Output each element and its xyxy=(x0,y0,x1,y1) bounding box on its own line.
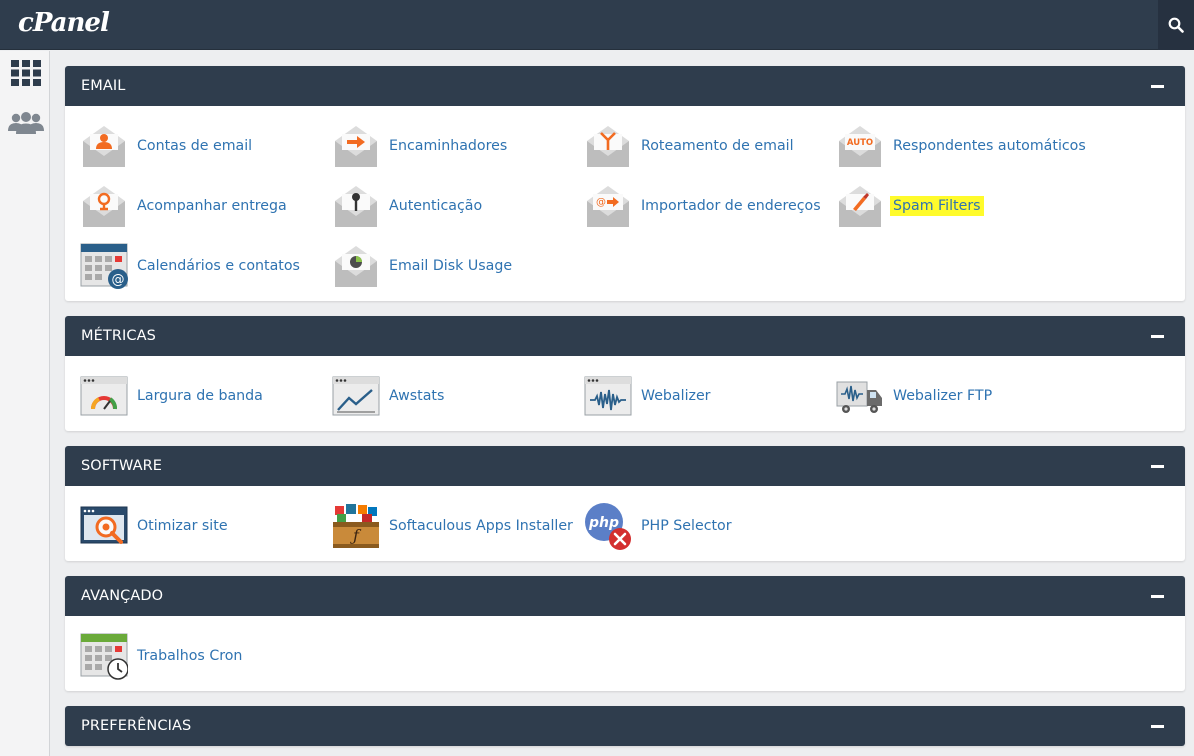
section-email: EMAIL Contas de email Encaminhadores Rot… xyxy=(65,66,1185,301)
email-disk-usage-icon xyxy=(335,246,377,287)
section-software: SOFTWARE Otimizar site ƒ Softaculous App… xyxy=(65,446,1185,561)
grid-icon xyxy=(11,60,41,86)
awstats-icon xyxy=(332,376,380,416)
collapse-icon[interactable] xyxy=(1151,724,1164,728)
webalizer-icon xyxy=(584,376,632,416)
side-nav xyxy=(0,51,50,756)
tool-label: Spam Filters xyxy=(890,196,984,216)
tool-authentication[interactable]: Autenticação xyxy=(332,176,584,236)
tool-label: PHP Selector xyxy=(641,518,732,534)
php-selector-icon: php xyxy=(585,503,631,550)
tool-label: Roteamento de email xyxy=(641,138,794,154)
collapse-icon[interactable] xyxy=(1151,84,1164,88)
tool-track-delivery[interactable]: Acompanhar entrega xyxy=(80,176,332,236)
calendars-contacts-icon: @ xyxy=(80,243,128,289)
tool-awstats[interactable]: Awstats xyxy=(332,366,584,426)
tool-email-routing[interactable]: Roteamento de email xyxy=(584,116,836,176)
tool-label: Encaminhadores xyxy=(389,138,508,154)
top-bar: cPanel xyxy=(0,0,1194,50)
tool-optimize-website[interactable]: Otimizar site xyxy=(80,496,332,556)
autoresponders-icon: AUTO xyxy=(839,126,881,167)
main-content: EMAIL Contas de email Encaminhadores Rot… xyxy=(65,66,1185,756)
search-icon xyxy=(1168,17,1184,33)
tool-cron-jobs[interactable]: Trabalhos Cron xyxy=(80,626,332,686)
tool-label: Contas de email xyxy=(137,138,253,154)
section-title: EMAIL xyxy=(81,78,126,94)
collapse-icon[interactable] xyxy=(1151,334,1164,338)
email-accounts-icon xyxy=(83,126,125,167)
svg-text:@: @ xyxy=(112,273,125,288)
softaculous-icon: ƒ xyxy=(333,504,379,548)
tool-label: Awstats xyxy=(389,388,445,404)
optimize-website-icon xyxy=(80,506,128,544)
tool-label: Softaculous Apps Installer xyxy=(389,518,573,534)
spam-filters-icon xyxy=(839,186,881,227)
address-importer-icon: @ xyxy=(587,186,629,227)
section-title: SOFTWARE xyxy=(81,458,163,474)
tool-spam-filters[interactable]: Spam Filters xyxy=(836,176,1088,236)
users-icon xyxy=(8,112,44,134)
section-header[interactable]: EMAIL xyxy=(65,66,1185,106)
section-header[interactable]: AVANÇADO xyxy=(65,576,1185,616)
forwarders-icon xyxy=(335,126,377,167)
tool-label: Autenticação xyxy=(389,198,483,214)
section-preferences: PREFERÊNCIAS xyxy=(65,706,1185,746)
section-advanced: AVANÇADO Trabalhos Cron xyxy=(65,576,1185,691)
tool-label: Acompanhar entrega xyxy=(137,198,287,214)
nav-item-users[interactable] xyxy=(8,107,44,139)
tool-autoresponders[interactable]: AUTO Respondentes automáticos xyxy=(836,116,1088,176)
collapse-icon[interactable] xyxy=(1151,464,1164,468)
section-header[interactable]: MÉTRICAS xyxy=(65,316,1185,356)
tool-label: Email Disk Usage xyxy=(389,258,513,274)
cpanel-logo[interactable]: cPanel xyxy=(18,8,110,38)
tool-softaculous[interactable]: ƒ Softaculous Apps Installer xyxy=(332,496,584,556)
tool-calendars-contacts[interactable]: @ Calendários e contatos xyxy=(80,236,332,296)
section-title: AVANÇADO xyxy=(81,588,164,604)
section-metrics: MÉTRICAS Largura de banda Awstats Webali… xyxy=(65,316,1185,431)
svg-text:AUTO: AUTO xyxy=(847,138,873,148)
tool-address-importer[interactable]: @ Importador de endereços xyxy=(584,176,836,236)
nav-item-tools[interactable] xyxy=(8,57,44,89)
track-delivery-icon xyxy=(83,186,125,227)
section-title: PREFERÊNCIAS xyxy=(81,718,192,734)
tool-bandwidth[interactable]: Largura de banda xyxy=(80,366,332,426)
tool-label: Largura de banda xyxy=(137,388,263,404)
tool-label: Respondentes automáticos xyxy=(893,138,1086,154)
section-header[interactable]: SOFTWARE xyxy=(65,446,1185,486)
cron-jobs-icon xyxy=(80,633,128,680)
tool-php-selector[interactable]: php PHP Selector xyxy=(584,496,836,556)
tool-email-accounts[interactable]: Contas de email xyxy=(80,116,332,176)
tool-label: Importador de endereços xyxy=(641,198,821,214)
svg-text:@: @ xyxy=(596,197,606,208)
tool-label: Calendários e contatos xyxy=(137,258,300,274)
tool-webalizer[interactable]: Webalizer xyxy=(584,366,836,426)
search-button[interactable] xyxy=(1158,0,1194,50)
tool-forwarders[interactable]: Encaminhadores xyxy=(332,116,584,176)
svg-text:php: php xyxy=(588,515,619,531)
section-header[interactable]: PREFERÊNCIAS xyxy=(65,706,1185,746)
collapse-icon[interactable] xyxy=(1151,594,1164,598)
tool-label: Otimizar site xyxy=(137,518,228,534)
email-routing-icon xyxy=(587,126,629,167)
tool-label: Trabalhos Cron xyxy=(137,648,243,664)
tool-label: Webalizer FTP xyxy=(893,388,993,404)
section-title: MÉTRICAS xyxy=(81,328,156,344)
tool-email-disk-usage[interactable]: Email Disk Usage xyxy=(332,236,584,296)
tool-webalizer-ftp[interactable]: Webalizer FTP xyxy=(836,366,1088,426)
authentication-icon xyxy=(335,186,377,227)
tool-label: Webalizer xyxy=(641,388,711,404)
bandwidth-icon xyxy=(80,376,128,416)
webalizer-ftp-icon xyxy=(836,381,882,413)
